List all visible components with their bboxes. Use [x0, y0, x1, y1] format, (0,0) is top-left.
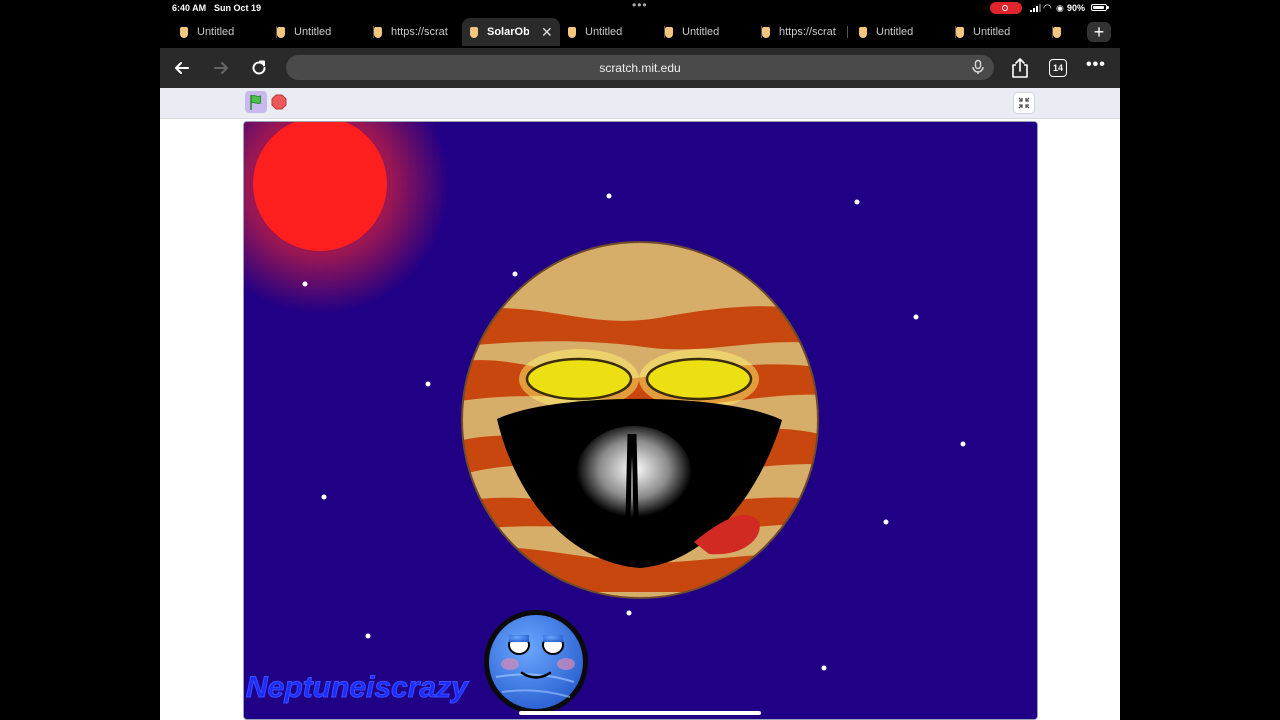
reload-icon: [252, 60, 266, 75]
screen-recording-icon[interactable]: [990, 2, 1022, 14]
home-indicator[interactable]: [519, 711, 761, 715]
tab-4[interactable]: Untitled: [568, 18, 665, 46]
status-time: 6:40 AM: [172, 3, 207, 13]
fullscreen-exit-button[interactable]: [1013, 92, 1035, 114]
back-arrow-icon: [175, 62, 189, 74]
scratch-favicon-icon: [568, 26, 576, 38]
star: [913, 314, 919, 320]
status-bar: 6:40 AM Sun Oct 19 ••• ◠ ◉ 90%: [0, 0, 1280, 16]
star: [883, 519, 889, 525]
scratch-favicon-icon: [180, 26, 188, 38]
star: [606, 193, 612, 199]
star: [321, 494, 327, 500]
red-sun: [253, 122, 387, 251]
fullscreen-exit-icon: [1018, 97, 1030, 109]
tab-1[interactable]: Untitled: [277, 18, 374, 46]
back-button[interactable]: [170, 56, 194, 80]
stop-button[interactable]: [271, 94, 287, 110]
battery-icon: [1091, 4, 1109, 11]
star: [425, 381, 431, 387]
scratch-favicon-icon: [470, 26, 478, 38]
star: [365, 633, 371, 639]
mic-icon[interactable]: [970, 59, 986, 75]
stage-canvas: Neptuneiscrazy: [244, 122, 1037, 719]
stop-icon: [271, 94, 287, 110]
green-flag-icon: [250, 94, 261, 110]
star: [512, 271, 518, 277]
tab-3[interactable]: SolarObj ✕: [462, 18, 560, 46]
share-icon[interactable]: [1010, 57, 1030, 79]
tab-overflow[interactable]: [1053, 18, 1083, 46]
scratch-favicon-icon: [665, 26, 673, 38]
tab-label: https://scrat: [391, 26, 448, 38]
tab-0[interactable]: Untitled: [180, 18, 277, 46]
close-tab-icon[interactable]: ✕: [541, 24, 553, 41]
tab-label: Untitled: [973, 26, 1011, 38]
stage-header: [160, 88, 1120, 119]
cellular-signal-icon: [1030, 4, 1041, 12]
address-bar[interactable]: scratch.mit.edu: [286, 55, 994, 80]
scratch-page: Neptuneiscrazy: [160, 88, 1120, 720]
star: [626, 610, 632, 616]
tab-label: Untitled: [197, 26, 235, 38]
star: [960, 441, 966, 447]
tab-2[interactable]: https://scrat: [374, 18, 460, 46]
scratch-favicon-icon: [277, 26, 285, 38]
new-tab-button[interactable]: +: [1087, 22, 1111, 42]
battery-percentage: 90%: [1067, 3, 1086, 13]
watermark-text: Neptuneiscrazy: [246, 671, 469, 704]
tab-5[interactable]: Untitled: [665, 18, 762, 46]
star: [302, 281, 308, 287]
tab-label: Untitled: [876, 26, 914, 38]
star: [821, 665, 827, 671]
tab-7[interactable]: Untitled: [859, 18, 956, 46]
tab-label: Untitled: [585, 26, 623, 38]
more-options-icon[interactable]: •••: [1086, 56, 1106, 74]
reload-button[interactable]: [247, 56, 271, 80]
status-date: Sun Oct 19: [214, 3, 262, 13]
neptune-character: [484, 610, 588, 714]
tab-count-button[interactable]: 14: [1049, 59, 1067, 77]
scratch-favicon-icon: [374, 26, 382, 38]
tab-label: Untitled: [294, 26, 332, 38]
scratch-stage[interactable]: Neptuneiscrazy: [243, 121, 1038, 720]
star: [854, 199, 860, 205]
scratch-favicon-icon: [762, 26, 770, 38]
tab-bar: Untitled Untitled https://scrat SolarObj…: [160, 18, 1120, 46]
multitasking-dots-icon[interactable]: •••: [632, 0, 648, 12]
scratch-favicon-icon: [1053, 26, 1061, 38]
scratch-favicon-icon: [956, 26, 964, 38]
forward-button[interactable]: [209, 56, 233, 80]
tab-label: SolarObj: [487, 26, 529, 38]
tab-label: Untitled: [682, 26, 720, 38]
green-flag-button[interactable]: [245, 91, 267, 113]
tab-6[interactable]: https://scrat: [762, 18, 848, 46]
rotation-lock-icon: ◉: [1056, 3, 1064, 13]
scratch-favicon-icon: [859, 26, 867, 38]
wifi-icon: ◠: [1043, 3, 1052, 14]
url-text: scratch.mit.edu: [599, 61, 681, 75]
forward-arrow-icon: [214, 62, 228, 74]
tab-label: https://scrat: [779, 26, 836, 38]
browser-toolbar: scratch.mit.edu 14 •••: [160, 48, 1120, 88]
tab-8[interactable]: Untitled: [956, 18, 1053, 46]
